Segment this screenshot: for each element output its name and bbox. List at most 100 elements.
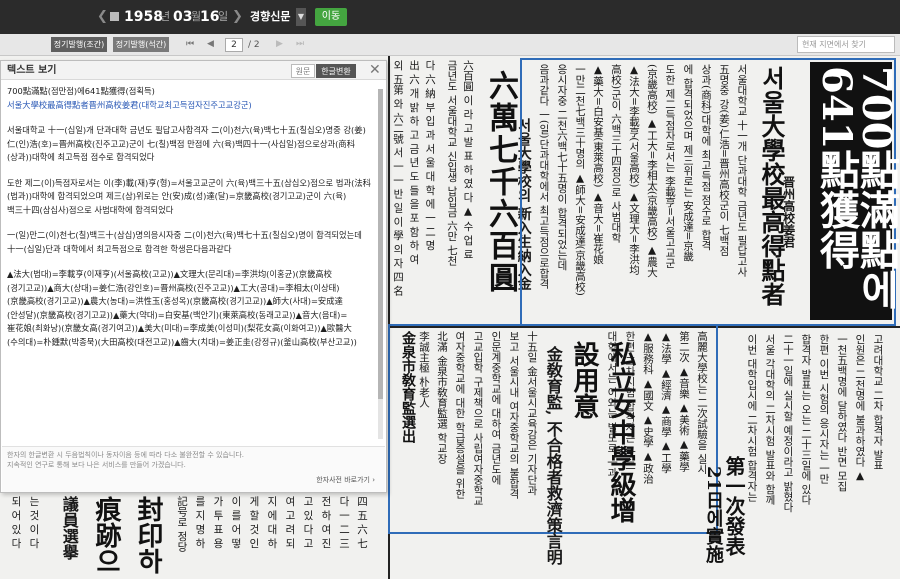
article-column: 고교입학 구제책으로 사립여자중학교 [472, 331, 485, 506]
top-navigation-bar: ❮ 1958 년 03 월 16 일 ❯ 경향신문 ▼ 이동 [0, 0, 900, 34]
article-column: 에 합격되었으며 제三위로는 安成達=京畿 [682, 64, 695, 262]
article-column: 이번 대학입시에 二차시험 합격자는 [746, 334, 759, 502]
article-column: 한편 이번 시험의 응시자는 一만 [818, 334, 831, 484]
chevron-down-icon: ▼ [296, 8, 306, 26]
scrollbar-thumb[interactable] [378, 89, 383, 399]
page-total: / 2 [248, 40, 260, 50]
article-column: 여자중학교에 대한 학급증설을 위한 [454, 331, 467, 499]
morning-edition-button[interactable]: 정기발행(조간) [51, 37, 107, 52]
prev-page-icon[interactable]: ◀ [207, 38, 214, 50]
next-page-icon[interactable]: ▶ [276, 38, 283, 50]
article-column: 상과(商科)대학에 최고득점 점수로 합격 [700, 64, 713, 251]
article-column: 第二次 ▲音樂 ▲美術 ▲藥學 [678, 331, 691, 472]
headline-name: 晋州高校姜君 [781, 176, 796, 248]
article-column: 전 하 여 진 [320, 496, 333, 549]
article-column: 외 五第 와 六二號 서 一 一 반 일 이 學 의 자 四 名 [392, 60, 405, 296]
article-column: 四 五 六 七 [356, 496, 369, 549]
headline-bottom-left: 封印하 [133, 496, 163, 574]
article-column: 서울대학교 十一개 단과대학 금년도 필답고사 [736, 64, 749, 277]
article-column: 五명중 강(姜)仁浩=晋州高校군이 七백점 [718, 64, 731, 256]
article-title-line2: 서울大學校最高得點者晋州高校姜君(대학교최고득점자진주고교강군) [7, 99, 252, 110]
article-column: 二十一일에 실시할 예정이라고 밝혔다 [782, 334, 795, 513]
headline-bottom-col: 金泉市敎育監選出 [400, 331, 416, 443]
year-field[interactable]: 1958 [124, 8, 163, 26]
tab-hangul[interactable]: 한글변환 [316, 64, 356, 78]
newspaper-select-value: 경향신문 [250, 10, 291, 23]
article-column: 는 것 이 다 [28, 496, 41, 549]
article-paragraph: 서울대학교 十一(십일)개 단과대학 금년도 필답고사합격자 二(이)천六(육)… [7, 125, 366, 162]
article-column: 도한 제二득점자로서는 李載亨=서울고교군 [664, 64, 677, 269]
article-column: 보고 서울시내 여자중학교의 불합격 [508, 331, 521, 499]
article-column: 를 지 명 하 [194, 496, 207, 549]
article-column: 응시자중 二천六백七十五명이 합격되었는데 [556, 64, 569, 271]
article-column: 六百圓 이 라 고 발 표 하 였 다 ▲ 수 업 료 [462, 60, 475, 260]
footer-note-2: 지속적인 연구로 통해 보다 나은 서비스를 만들어 가겠습니다. [7, 461, 186, 469]
article-column: 인문계중학교에 대하여 금년도에 [490, 331, 503, 485]
article-column: 가 투 표 용 [212, 496, 225, 549]
article-column: 다 一 二 三 [338, 496, 351, 549]
article-paragraph: 一(일)만二(이)천七(칠)백三十(삼십)명의응시자중 二(이)천六(육)백七十… [7, 230, 362, 254]
chevron-right-icon[interactable]: ❯ [232, 9, 243, 25]
first-page-icon[interactable]: ⏮ [186, 38, 194, 50]
calendar-icon[interactable] [110, 12, 119, 21]
tab-original[interactable]: 원문 [291, 64, 315, 78]
article-column: 한편 二차시험 합격자는 一 二 [624, 331, 637, 471]
article-column: 議員選擧 [59, 496, 79, 560]
day-unit: 일 [218, 10, 229, 23]
last-page-icon[interactable]: ⏭ [296, 38, 304, 50]
year-unit: 년 [160, 10, 171, 23]
article-column: 합격자 발표는 오는 二十三일에 있다 [800, 334, 813, 505]
viewer-toolbar: 정기발행(조간) 정기발행(석간) ⏮ ◀ 2 / 2 ▶ ⏭ [0, 34, 900, 56]
article-title: 700點滿點(점만점)에641點獲得(점획득) 서울大學校最高得點者晋州高校姜君… [7, 85, 371, 112]
article-paragraph: ▲法大(법대)=李載亨(이재亨)(서울高校(고교))▲文理大(문리대)=李洪均(… [7, 269, 357, 347]
article-column: 게 할 것 인 [248, 496, 261, 549]
headline-lower-sub: 金敎育監, 不合格者救濟策言明 [543, 346, 563, 566]
headline-exam-date: 21日에實施 [703, 466, 724, 564]
article-column: (京畿高校) ▲工大=李相太(京畿高校) ▲農大 [646, 64, 659, 278]
article-column: ▲藥大=白安基(東萊高校) ▲音大=崔花娘 [592, 64, 605, 265]
newspaper-select[interactable]: 경향신문 ▼ [250, 8, 306, 26]
chevron-left-icon[interactable]: ❮ [97, 9, 108, 25]
article-column: 記号로 정당 [176, 496, 189, 552]
article-column: 다 六 納 부 입 과 서 울 대 학 에 一 二 명 [424, 60, 437, 251]
article-column: 李誠主極 朴老人 [418, 331, 431, 408]
article-column: 一만二천七백三十명의 ▲師大=安成達(京畿高校) [574, 64, 587, 296]
headline-main: 700點滿點에641點獲得 [813, 66, 900, 310]
article-column: 음과같다 一(일)단과대학에서 최고득점으로합격 [538, 64, 551, 289]
panel-header: 텍스트 보기 원문 한글변환 ✕ [1, 61, 386, 80]
month-field[interactable]: 03 [173, 8, 192, 26]
panel-scrollbar[interactable] [378, 89, 383, 439]
article-column: 十五일 金서울시교육감은 기자단과 [526, 331, 539, 496]
go-button[interactable]: 이동 [315, 8, 347, 26]
day-field[interactable]: 16 [200, 8, 219, 26]
article-column: 되 어 있 다 [10, 496, 23, 549]
footer-note-1: 한자의 한글변환 시 두음법칙이나 동자이음 등에 따라 다소 불완전할 수 있… [7, 451, 244, 459]
article-column: ▲法學 ▲經濟 ▲商學 ▲工學 [660, 331, 673, 474]
text-view-panel[interactable]: 텍스트 보기 원문 한글변환 ✕ 700點滿點(점만점)에641點獲得(점획득)… [0, 60, 387, 493]
article-column: 出 六 개 밝 하 고 금 년 도 들 을 포 함 하 여 [408, 60, 421, 265]
article-column: 고려대학교 二차 합격자 발표 [872, 334, 885, 471]
article-column: 高校)군이 六백三十四점으로 사범대학 [610, 64, 623, 243]
panel-title: 텍스트 보기 [7, 65, 57, 76]
article-column: ▲法大=李載亨(서울高校) ▲文理大=李洪均 [628, 64, 641, 275]
article-column: 北滿 金泉市敎育監選 학교장 [436, 331, 449, 464]
article-column: 一천五백명에 달하였다 반면 모집 [836, 334, 849, 492]
close-icon[interactable]: ✕ [369, 61, 381, 79]
article-column: 지 에 대 하 [266, 496, 279, 549]
article-paragraph: 도한 제二(이)득점자로서는 이(李)載(재)亨(형)=서울고교군이 六(육)백… [7, 177, 371, 215]
hanja-dictionary-link[interactable]: 한자사전 바로가기 › [316, 476, 375, 485]
headline-bottom-left2: 痕跡으 [91, 496, 121, 574]
page-number-input[interactable]: 2 [225, 38, 243, 52]
article-title-line1: 700點滿點(점만점)에641點獲得(점획득) [7, 86, 155, 96]
article-column: 금년도 서울대학교 신입생 납입금 六만 七천 [446, 60, 459, 266]
article-column: 고 있 다 고 [302, 496, 315, 549]
article-column: 이 를 어 떻 [230, 496, 243, 549]
article-column: 서울 각대학의 二차시험 발표와 함께 [764, 334, 777, 505]
panel-text-body: 700點滿點(점만점)에641點獲得(점획득) 서울大學校最高得點者晋州高校姜君… [2, 85, 376, 443]
panel-footer: 한자의 한글변환 시 두음법칙이나 동자이음 등에 따라 다소 불완전할 수 있… [2, 446, 385, 492]
evening-edition-button[interactable]: 정기발행(석간) [113, 37, 169, 52]
article-column: ▲服務科 ▲國文 ▲史學 ▲政治 [642, 331, 655, 484]
article-column: 여 고 려 되 [284, 496, 297, 549]
article-column: 인원은 二천명에 불과하였다 ▲ [854, 334, 867, 483]
page-search-input[interactable]: 현재 지면에서 찾기 [797, 36, 895, 53]
